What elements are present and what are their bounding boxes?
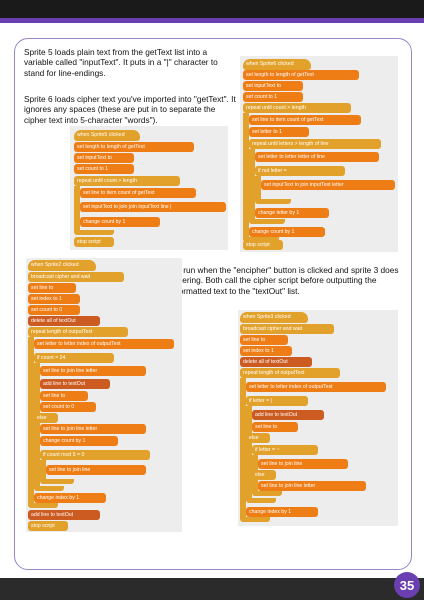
if-c-foot: [255, 199, 291, 204]
script-block[interactable]: change index by 1: [34, 493, 106, 503]
script-block[interactable]: set line to join line: [46, 465, 146, 475]
script-block[interactable]: repeat until count > length: [243, 103, 351, 113]
script-block[interactable]: if letter = |: [246, 396, 308, 406]
script-block[interactable]: stop script: [74, 237, 114, 247]
repeat-c-foot: [240, 517, 270, 522]
script-block[interactable]: set letter to letter letter of line: [255, 152, 379, 162]
script-block[interactable]: set line to join line letter: [258, 481, 366, 491]
script-block[interactable]: when Sprite2 clicked: [28, 260, 96, 271]
script-block[interactable]: set line to item count of getText: [80, 188, 196, 198]
repeat-c-foot: [28, 503, 58, 508]
script-block[interactable]: if letter = ~: [252, 445, 318, 455]
script-block[interactable]: repeat until letters > length of line: [249, 139, 381, 149]
script-block[interactable]: delete all of textOut: [28, 316, 100, 326]
script-block[interactable]: set index to 1: [240, 346, 292, 356]
paragraph-sprite5: Sprite 5 loads plain text from the getTe…: [24, 47, 218, 78]
script-block[interactable]: repeat until count > length: [74, 176, 180, 186]
script-block[interactable]: set count to 1: [74, 164, 134, 174]
sprite2-script-panel: when Sprite2 clicked broadcast cipher an…: [26, 258, 182, 532]
repeat-c-foot: [249, 219, 285, 224]
script-block[interactable]: set line to item count of getText: [249, 115, 361, 125]
script-block[interactable]: set inputText to join inputText letter: [261, 180, 395, 190]
script-block[interactable]: else: [252, 470, 276, 480]
script-block[interactable]: else: [34, 413, 58, 423]
sprite6-script-panel: when Sprite6 clicked set length to lengt…: [240, 56, 398, 252]
bottom-bar: [0, 578, 424, 600]
script-block[interactable]: stop script: [243, 240, 283, 250]
script-block[interactable]: if not letter =: [255, 166, 345, 176]
script-block[interactable]: set index to 1: [28, 294, 80, 304]
script-block[interactable]: set inputText to: [243, 81, 303, 91]
script-block[interactable]: set count to 1: [243, 92, 303, 102]
script-block[interactable]: change letter by 1: [255, 208, 329, 218]
script-block[interactable]: delete all of textOut: [240, 357, 312, 367]
script-block[interactable]: set line to join line: [258, 459, 348, 469]
script-block[interactable]: set line to: [252, 422, 298, 432]
script-block[interactable]: stop script: [28, 521, 68, 531]
if-else-c-foot: [34, 486, 64, 491]
script-block[interactable]: set line to: [28, 283, 76, 293]
script-block[interactable]: set length to length of getText: [74, 142, 194, 152]
script-block[interactable]: else: [246, 433, 270, 443]
script-block[interactable]: set inputText to join join inputText lin…: [80, 202, 226, 212]
script-block[interactable]: set line to: [40, 391, 88, 401]
paragraph-sprite6: Sprite 6 loads cipher text you've import…: [24, 94, 236, 125]
script-block[interactable]: set line to: [240, 335, 288, 345]
script-block[interactable]: add line to textOut: [28, 510, 100, 520]
script-block[interactable]: set letter to 1: [249, 127, 309, 137]
top-bar: [0, 0, 424, 18]
if-else-c-foot: [246, 498, 276, 503]
paragraph-sprite2-sprite3: Sprite 2 is run when the "encipher" butt…: [144, 265, 399, 296]
script-block[interactable]: set count to 0: [28, 305, 80, 315]
page-number-badge: 35: [394, 572, 420, 598]
script-block[interactable]: set letter to letter index of outputText: [34, 339, 174, 349]
script-block[interactable]: repeat length of outputText: [240, 368, 340, 378]
script-block[interactable]: add line to textOut: [252, 410, 324, 420]
script-block[interactable]: when Sprite3 clicked: [240, 312, 308, 323]
script-block[interactable]: when Sprite5 clicked: [74, 130, 140, 141]
script-block[interactable]: change count by 1: [249, 227, 325, 237]
script-block[interactable]: change index by 1: [246, 507, 318, 517]
script-block[interactable]: set length to length of getText: [243, 70, 359, 80]
script-block[interactable]: set line to join line letter: [40, 424, 146, 434]
sprite3-script-panel: when Sprite3 clicked broadcast cipher an…: [238, 310, 398, 526]
sprite5-script-panel: when Sprite5 clicked set length to lengt…: [70, 126, 228, 250]
script-block[interactable]: set letter to letter index of outputText: [246, 382, 386, 392]
top-accent-stripe: [0, 18, 424, 23]
script-block[interactable]: if count mod 5 = 0: [40, 450, 150, 460]
script-block[interactable]: change count by 1: [80, 217, 160, 227]
script-block[interactable]: broadcast cipher and wait: [28, 272, 124, 282]
script-block[interactable]: broadcast cipher and wait: [240, 324, 334, 334]
script-block[interactable]: set inputText to: [74, 153, 134, 163]
script-block[interactable]: set line to join line letter: [40, 366, 146, 376]
script-block[interactable]: when Sprite6 clicked: [243, 59, 311, 70]
script-block[interactable]: change count by 1: [40, 436, 118, 446]
script-block[interactable]: set count to 0: [40, 402, 96, 412]
script-block[interactable]: add line to textOut: [40, 379, 110, 389]
if-else-c-foot: [252, 491, 282, 496]
repeat-c-foot: [74, 230, 114, 235]
if-c-foot: [40, 479, 74, 484]
script-block[interactable]: if count = 24: [34, 353, 114, 363]
script-block[interactable]: repeat length of outputText: [28, 327, 128, 337]
